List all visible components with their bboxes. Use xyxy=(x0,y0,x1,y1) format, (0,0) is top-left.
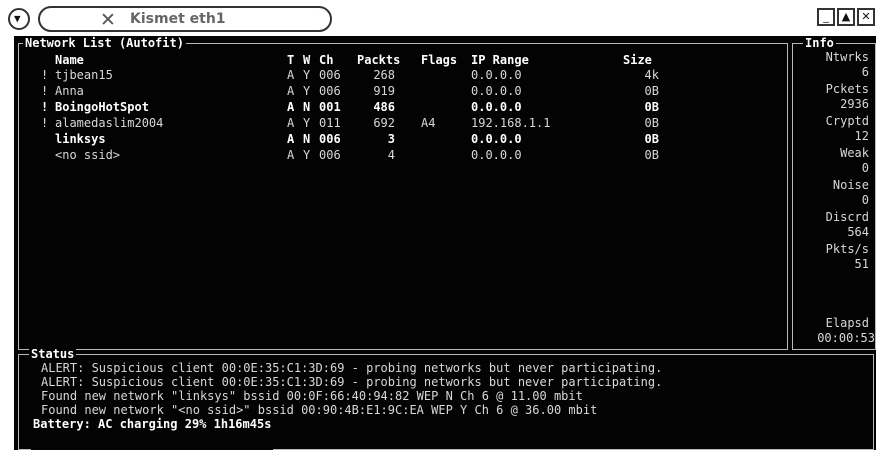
network-name: Anna xyxy=(55,84,84,98)
col-w: W xyxy=(303,53,311,67)
stat-label: Pckets xyxy=(825,82,869,96)
network-ip-range: 0.0.0.0 xyxy=(471,84,522,98)
stat-label: Pkts/s xyxy=(825,242,869,256)
network-channel: 006 xyxy=(319,148,341,162)
network-wep: Y xyxy=(303,116,311,130)
network-type: A xyxy=(287,84,295,98)
network-size: 0B xyxy=(644,148,659,162)
status-line: Found new network "<no ssid>" bssid 00:9… xyxy=(41,403,598,417)
network-wep: Y xyxy=(303,148,311,162)
col-ip-range: IP Range xyxy=(471,53,529,67)
alert-mark: ! xyxy=(41,68,49,82)
stat-value: 6 xyxy=(861,65,869,79)
minimize-button[interactable]: _ xyxy=(817,8,835,26)
status-line: ALERT: Suspicious client 00:0E:35:C1:3D:… xyxy=(41,375,663,389)
stat-value: 2936 xyxy=(840,97,869,111)
network-name: linksys xyxy=(55,132,106,146)
network-wep: N xyxy=(303,100,311,114)
network-channel: 011 xyxy=(319,116,341,130)
stat-value: 51 xyxy=(854,257,869,271)
stat-label: Noise xyxy=(832,178,869,192)
info-title: Info xyxy=(803,36,836,50)
network-type: A xyxy=(287,132,295,146)
status-title: Status xyxy=(29,347,77,361)
network-name: <no ssid> xyxy=(55,148,121,162)
col-packets: Packts xyxy=(357,53,401,67)
network-list-panel: Network List (Autofit) Name T W Ch Packt… xyxy=(18,36,788,350)
network-type: A xyxy=(287,148,295,162)
chevron-down-icon: ▼ xyxy=(14,12,21,25)
network-channel: 006 xyxy=(319,68,341,82)
maximize-button[interactable]: ▲ xyxy=(837,8,855,26)
status-panel: Status ALERT: Suspicious client 00:0E:35… xyxy=(18,347,874,450)
stat-value: 0 xyxy=(861,193,869,207)
window-menu-button[interactable]: ▼ xyxy=(8,8,30,30)
autofit-label: (Autofit) xyxy=(118,36,184,50)
info-panel: Info Ntwrks 6 Pckets 2936 Cryptd 12 Weak… xyxy=(792,36,876,350)
network-ip-range: 0.0.0.0 xyxy=(471,132,522,146)
x-close-icon: ✕ xyxy=(100,9,116,31)
network-size: 0B xyxy=(644,116,659,130)
network-list-title: Network List (Autofit) xyxy=(23,36,186,50)
title-bar: ▼ ✕ Kismet eth1 _ ▲ ✕ xyxy=(0,0,876,36)
network-ip-range: 0.0.0.0 xyxy=(471,148,522,162)
network-wep: N xyxy=(303,132,311,146)
network-channel: 001 xyxy=(319,100,341,114)
network-packets: 919 xyxy=(373,84,395,98)
stat-value: 0 xyxy=(861,161,869,175)
network-ip-range: 0.0.0.0 xyxy=(471,68,522,82)
network-packets: 3 xyxy=(387,132,395,146)
network-packets: 486 xyxy=(373,100,395,114)
col-name: Name xyxy=(55,53,84,67)
close-button[interactable]: ✕ xyxy=(857,8,875,26)
network-wep: Y xyxy=(303,84,311,98)
network-type: A xyxy=(287,116,295,130)
stat-label: Ntwrks xyxy=(825,50,869,64)
stat-value: 564 xyxy=(847,225,869,239)
alert-mark: ! xyxy=(41,116,49,130)
status-line: Found new network "linksys" bssid 00:0F:… xyxy=(41,389,583,403)
status-line: ALERT: Suspicious client 00:0E:35:C1:3D:… xyxy=(41,361,663,375)
network-wep: Y xyxy=(303,68,311,82)
battery-status: Battery: AC charging 29% 1h16m45s xyxy=(31,417,274,450)
window-title-tab[interactable]: ✕ Kismet eth1 xyxy=(38,6,332,32)
network-channel: 006 xyxy=(319,132,341,146)
window-title: Kismet eth1 xyxy=(130,11,226,27)
network-packets: 4 xyxy=(387,148,395,162)
elapsed-value: 00:00:53 xyxy=(817,331,875,345)
network-type: A xyxy=(287,100,295,114)
network-flags: A4 xyxy=(421,116,436,130)
network-type: A xyxy=(287,68,295,82)
col-t: T xyxy=(287,53,295,67)
stat-label: Discrd xyxy=(825,210,869,224)
network-packets: 268 xyxy=(373,68,395,82)
network-ip-range: 0.0.0.0 xyxy=(471,100,522,114)
col-ch: Ch xyxy=(319,53,334,67)
network-ip-range: 192.168.1.1 xyxy=(471,116,551,130)
network-size: 0B xyxy=(644,132,659,146)
stat-label: Weak xyxy=(840,146,869,160)
elapsed-label: Elapsd xyxy=(825,316,869,330)
network-size: 0B xyxy=(644,100,659,114)
network-channel: 006 xyxy=(319,84,341,98)
col-size: Size xyxy=(623,53,652,67)
network-size: 4k xyxy=(644,68,659,82)
alert-mark: ! xyxy=(41,84,49,98)
network-name: alamedaslim2004 xyxy=(55,116,164,130)
network-name: tjbean15 xyxy=(55,68,113,82)
col-flags: Flags xyxy=(421,53,458,67)
network-packets: 692 xyxy=(373,116,395,130)
stat-value: 12 xyxy=(854,129,869,143)
alert-mark: ! xyxy=(41,100,49,114)
stat-label: Cryptd xyxy=(825,114,869,128)
network-size: 0B xyxy=(644,84,659,98)
terminal-area[interactable]: Network List (Autofit) Name T W Ch Packt… xyxy=(14,36,876,450)
network-name: BoingoHotSpot xyxy=(55,100,149,114)
